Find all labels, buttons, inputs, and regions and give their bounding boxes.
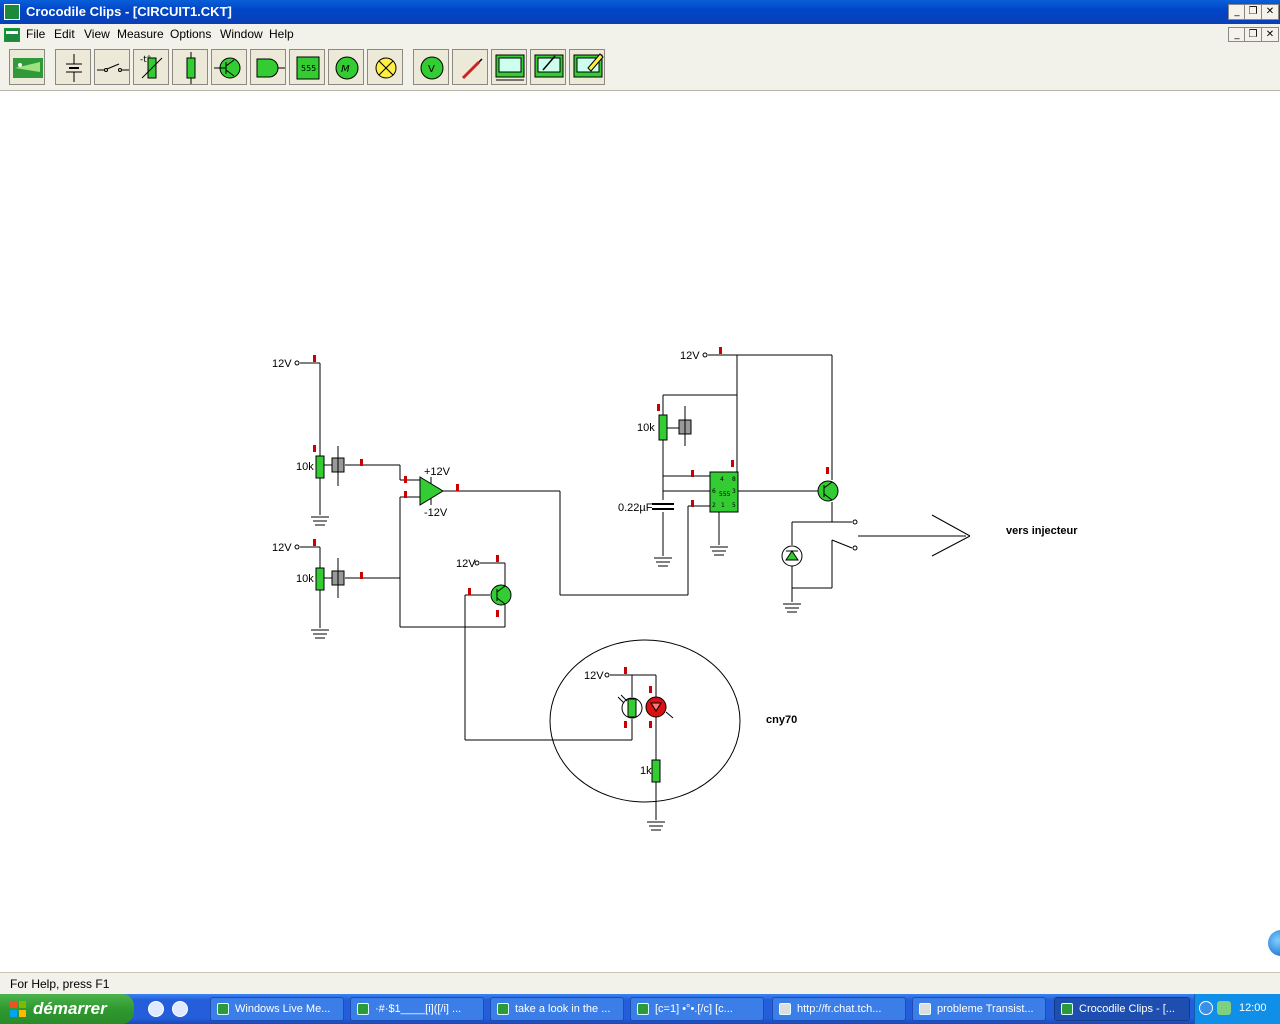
op-amp bbox=[419, 476, 444, 506]
chip-555-icon[interactable]: 555 bbox=[289, 49, 325, 85]
task-crocodile-clips[interactable]: Crocodile Clips - [... bbox=[1054, 997, 1190, 1021]
phototransistor bbox=[617, 694, 643, 719]
resistor-1k bbox=[651, 759, 661, 783]
quicklaunch-browser-icon[interactable] bbox=[148, 1001, 164, 1017]
crocodile-logo-icon[interactable] bbox=[9, 49, 45, 85]
mdi-close-button[interactable]: ✕ bbox=[1261, 27, 1279, 42]
crocodile-app-icon[interactable] bbox=[4, 4, 20, 20]
label-opamp-minus: -12V bbox=[424, 507, 448, 519]
graph-edit-icon[interactable] bbox=[569, 49, 605, 85]
label-sensor: cny70 bbox=[766, 714, 797, 726]
menu-file[interactable]: File bbox=[26, 27, 45, 41]
label-v3: 12V bbox=[456, 558, 476, 570]
mdi-restore-button[interactable]: ❐ bbox=[1244, 27, 1262, 42]
graph-pen-icon[interactable] bbox=[530, 49, 566, 85]
led bbox=[645, 696, 674, 719]
task-browser[interactable]: http://fr.chat.tch... bbox=[772, 997, 906, 1021]
task-windows-live-messenger[interactable]: Windows Live Me... bbox=[210, 997, 344, 1021]
label-injector: vers injecteur bbox=[1006, 525, 1078, 537]
chip-pin-6: 6 bbox=[712, 488, 716, 495]
system-tray: 12:00 bbox=[1194, 994, 1280, 1024]
thermistor-icon[interactable]: -t° bbox=[133, 49, 169, 85]
svg-text:555: 555 bbox=[301, 64, 316, 73]
switch-icon[interactable] bbox=[94, 49, 130, 85]
task-chat-3[interactable]: [c=1] •°•.[/c] [c... bbox=[630, 997, 764, 1021]
transistor-1 bbox=[490, 584, 512, 606]
title-bar: Crocodile Clips - [CIRCUIT1.CKT] _ ❐ ✕ bbox=[0, 0, 1280, 24]
svg-text:M: M bbox=[341, 64, 350, 75]
window-title: Crocodile Clips - [CIRCUIT1.CKT] bbox=[26, 4, 232, 19]
label-r3: 10k bbox=[637, 422, 655, 434]
status-text: For Help, press F1 bbox=[10, 977, 110, 991]
tray-expand-icon[interactable] bbox=[1199, 1001, 1213, 1015]
label-v4: 12V bbox=[680, 350, 700, 362]
chip-555-label: 555 bbox=[719, 491, 731, 498]
clock[interactable]: 12:00 bbox=[1239, 1002, 1267, 1014]
browser-icon bbox=[779, 1003, 791, 1015]
task-chat-2[interactable]: take a look in the ... bbox=[490, 997, 624, 1021]
chip-pin-4: 4 bbox=[720, 476, 724, 483]
battery-icon[interactable] bbox=[55, 49, 91, 85]
restore-button[interactable]: ❐ bbox=[1244, 4, 1262, 20]
graph-icon[interactable] bbox=[491, 49, 527, 85]
crocodile-icon bbox=[1061, 1003, 1073, 1015]
label-r1: 10k bbox=[296, 461, 314, 473]
motor-icon[interactable]: M bbox=[328, 49, 364, 85]
messenger-icon bbox=[357, 1003, 369, 1015]
chip-pin-1: 1 bbox=[721, 502, 725, 509]
menu-options[interactable]: Options bbox=[170, 27, 211, 41]
document-icon[interactable] bbox=[4, 28, 20, 42]
windows-logo-icon bbox=[10, 1001, 26, 1017]
transistor-2 bbox=[817, 480, 839, 502]
circuit-diagram[interactable]: 12V 10k 12V 10k +12V -12V 12V 12V 10k 0.… bbox=[0, 91, 1280, 968]
label-opamp-plus: +12V bbox=[424, 466, 451, 478]
label-capacitor: 0.22µF bbox=[618, 502, 653, 514]
svg-text:V: V bbox=[428, 64, 435, 75]
resistor-icon[interactable] bbox=[172, 49, 208, 85]
task-chat-1[interactable]: ·#·$1____[i]([/i] ... bbox=[350, 997, 484, 1021]
logic-gate-icon[interactable] bbox=[250, 49, 286, 85]
messenger-icon bbox=[637, 1003, 649, 1015]
menu-edit[interactable]: Edit bbox=[54, 27, 75, 41]
chip-pin-3: 3 bbox=[732, 488, 736, 495]
label-v2: 12V bbox=[272, 542, 292, 554]
label-v5: 12V bbox=[584, 670, 604, 682]
voltmeter-icon[interactable]: V bbox=[413, 49, 449, 85]
chip-pin-2: 2 bbox=[712, 502, 716, 509]
menu-measure[interactable]: Measure bbox=[117, 27, 164, 41]
capacitor bbox=[652, 503, 674, 510]
browser-icon bbox=[919, 1003, 931, 1015]
start-button[interactable]: démarrer bbox=[0, 994, 134, 1024]
label-r4: 1k bbox=[640, 765, 652, 777]
svg-text:-t°: -t° bbox=[140, 55, 151, 65]
messenger-icon bbox=[217, 1003, 229, 1015]
transistor-icon[interactable] bbox=[211, 49, 247, 85]
chip-pin-5: 5 bbox=[732, 502, 736, 509]
quicklaunch-ie-icon[interactable] bbox=[172, 1001, 188, 1017]
messenger-icon bbox=[497, 1003, 509, 1015]
menu-window[interactable]: Window bbox=[220, 27, 263, 41]
label-r2: 10k bbox=[296, 573, 314, 585]
close-button[interactable]: ✕ bbox=[1261, 4, 1279, 20]
task-browser-2[interactable]: probleme Transist... bbox=[912, 997, 1046, 1021]
menu-view[interactable]: View bbox=[84, 27, 110, 41]
probe-icon[interactable] bbox=[452, 49, 488, 85]
chip-pin-8: 8 bbox=[732, 476, 736, 483]
diode bbox=[781, 545, 803, 567]
menu-help[interactable]: Help bbox=[269, 27, 294, 41]
label-v1: 12V bbox=[272, 358, 292, 370]
lamp-icon[interactable] bbox=[367, 49, 403, 85]
ground-symbols bbox=[311, 516, 801, 831]
potentiometer-3 bbox=[658, 406, 692, 446]
network-icon[interactable] bbox=[1217, 1001, 1231, 1015]
status-bar: For Help, press F1 bbox=[0, 972, 1280, 995]
circuit-canvas[interactable]: 12V 10k 12V 10k +12V -12V 12V 12V 10k 0.… bbox=[0, 91, 1280, 968]
